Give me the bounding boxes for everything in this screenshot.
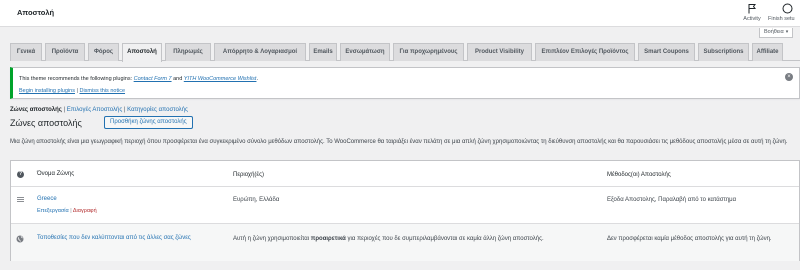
plugin-notice: This theme recommends the following plug…	[10, 67, 800, 99]
column-zone-name: Όνομα Ζώνης	[37, 171, 75, 177]
row-actions: Επεξεργασία | Διαγραφή	[37, 208, 97, 214]
activity-button[interactable]: Activity	[732, 3, 772, 22]
column-shipping-methods: Μέθοδος(οι) Αποστολής	[607, 172, 671, 178]
region-text-after: για περιοχές που δε συμπεριλαμβάνονται σ…	[345, 236, 544, 242]
begin-installing-link[interactable]: Begin installing plugins	[19, 88, 75, 94]
flag-icon	[748, 4, 756, 14]
subnav-classes[interactable]: Κατηγορίες αποστολής	[127, 107, 188, 113]
region-bold-text: προαιρετικά	[310, 236, 346, 242]
finish-setup-button[interactable]: Finish setu	[768, 3, 800, 22]
top-header: Αποστολή Activity Finish setu	[0, 0, 800, 27]
globe-icon	[16, 235, 24, 243]
tab-product-visibility[interactable]: Product Visibility	[467, 43, 532, 61]
notice-text: This theme recommends the following plug…	[19, 76, 134, 82]
notice-message: This theme recommends the following plug…	[19, 76, 258, 82]
page-title: Αποστολή	[17, 8, 55, 17]
subnav-zones[interactable]: Ζώνες αποστολής	[10, 107, 62, 113]
zones-heading: Ζώνες αποστολής	[10, 118, 82, 128]
finish-setup-label: Finish setu	[768, 16, 795, 22]
tab-shipping[interactable]: Αποστολή	[122, 43, 162, 62]
notice-links: Begin installing plugins | Dismiss this …	[19, 88, 125, 94]
tab-tax[interactable]: Φόρος	[88, 43, 119, 61]
tab-general[interactable]: Γενικά	[10, 43, 42, 61]
delete-zone-link[interactable]: Διαγραφή	[73, 208, 97, 214]
dismiss-notice-link[interactable]: Dismiss this notice	[79, 88, 125, 94]
table-row: Greece Επεξεργασία | Διαγραφή Ευρώπη, Ελ…	[11, 187, 799, 224]
tab-integration[interactable]: Ενσωμάτωση	[340, 43, 390, 61]
tab-advanced[interactable]: Για προχωρημένους	[393, 43, 464, 61]
help-tip-icon[interactable]: ?	[17, 171, 24, 178]
close-icon[interactable]: ×	[785, 73, 793, 81]
tab-payments[interactable]: Πληρωμές	[165, 43, 211, 61]
contact-form-7-link[interactable]: Contact Form 7	[134, 76, 172, 82]
progress-circle-icon	[782, 3, 793, 14]
shipping-subnav: Ζώνες αποστολής | Επιλογές Αποστολής | Κ…	[10, 107, 188, 113]
rest-of-world-region: Αυτή η ζώνη χρησιμοποιείται προαιρετικά …	[233, 235, 603, 244]
zone-methods: Εξοδα Αποστολης, Παραλαβή από το κατάστη…	[607, 197, 737, 203]
activity-label: Activity	[743, 16, 761, 22]
table-row-rest-of-world: Τοποθεσίες που δεν καλύπτονται από τις ά…	[11, 224, 799, 261]
tab-affiliate[interactable]: Affiliate	[752, 43, 783, 61]
settings-tabs: Γενικά Προϊόντα Φόρος Αποστολή Πληρωμές …	[10, 43, 800, 62]
tab-emails[interactable]: Emails	[309, 43, 337, 61]
zone-name-cell: Greece	[37, 196, 57, 202]
zone-name-link[interactable]: Greece	[37, 196, 57, 202]
caret-down-icon: ▾	[785, 29, 789, 35]
drag-handle-icon[interactable]	[17, 197, 24, 202]
rest-of-world-name[interactable]: Τοποθεσίες που δεν καλύπτονται από τις ά…	[37, 235, 191, 241]
help-button[interactable]: Βοήθεια ▾	[759, 28, 794, 38]
shipping-zones-table: ? Όνομα Ζώνης Περιοχή(ές) Μέθοδος(οι) Απ…	[10, 160, 800, 261]
help-label: Βοήθεια	[764, 29, 784, 35]
tab-smart-coupons[interactable]: Smart Coupons	[638, 43, 695, 61]
table-header-row: ? Όνομα Ζώνης Περιοχή(ές) Μέθοδος(οι) Απ…	[11, 161, 799, 187]
region-text: Αυτή η ζώνη χρησιμοποιείται	[233, 236, 311, 242]
notice-and-text: and	[171, 76, 184, 82]
column-regions: Περιοχή(ές)	[233, 172, 264, 178]
zones-description: Μια ζώνη αποστολής είναι μια γεωγραφική …	[10, 139, 788, 145]
tab-privacy-accounts[interactable]: Απόρρητο & Λογαριασμοί	[214, 43, 306, 61]
notice-period: .	[256, 76, 258, 82]
tab-extra-product-options[interactable]: Επιπλέον Επιλογές Προϊόντος	[535, 43, 635, 61]
zone-regions: Ευρώπη, Ελλάδα	[233, 197, 280, 203]
yith-wishlist-link[interactable]: YITH WooCommerce Wishlist	[184, 76, 257, 82]
tab-products[interactable]: Προϊόντα	[45, 43, 85, 61]
rest-of-world-methods: Δεν προσφέρεται καμία μέθοδος αποστολής …	[607, 236, 772, 242]
add-shipping-zone-button[interactable]: Προσθήκη ζώνης αποστολής	[104, 116, 193, 129]
edit-zone-link[interactable]: Επεξεργασία	[37, 208, 69, 214]
subnav-options[interactable]: Επιλογές Αποστολής	[67, 107, 122, 113]
tab-subscriptions[interactable]: Subscriptions	[698, 43, 749, 61]
